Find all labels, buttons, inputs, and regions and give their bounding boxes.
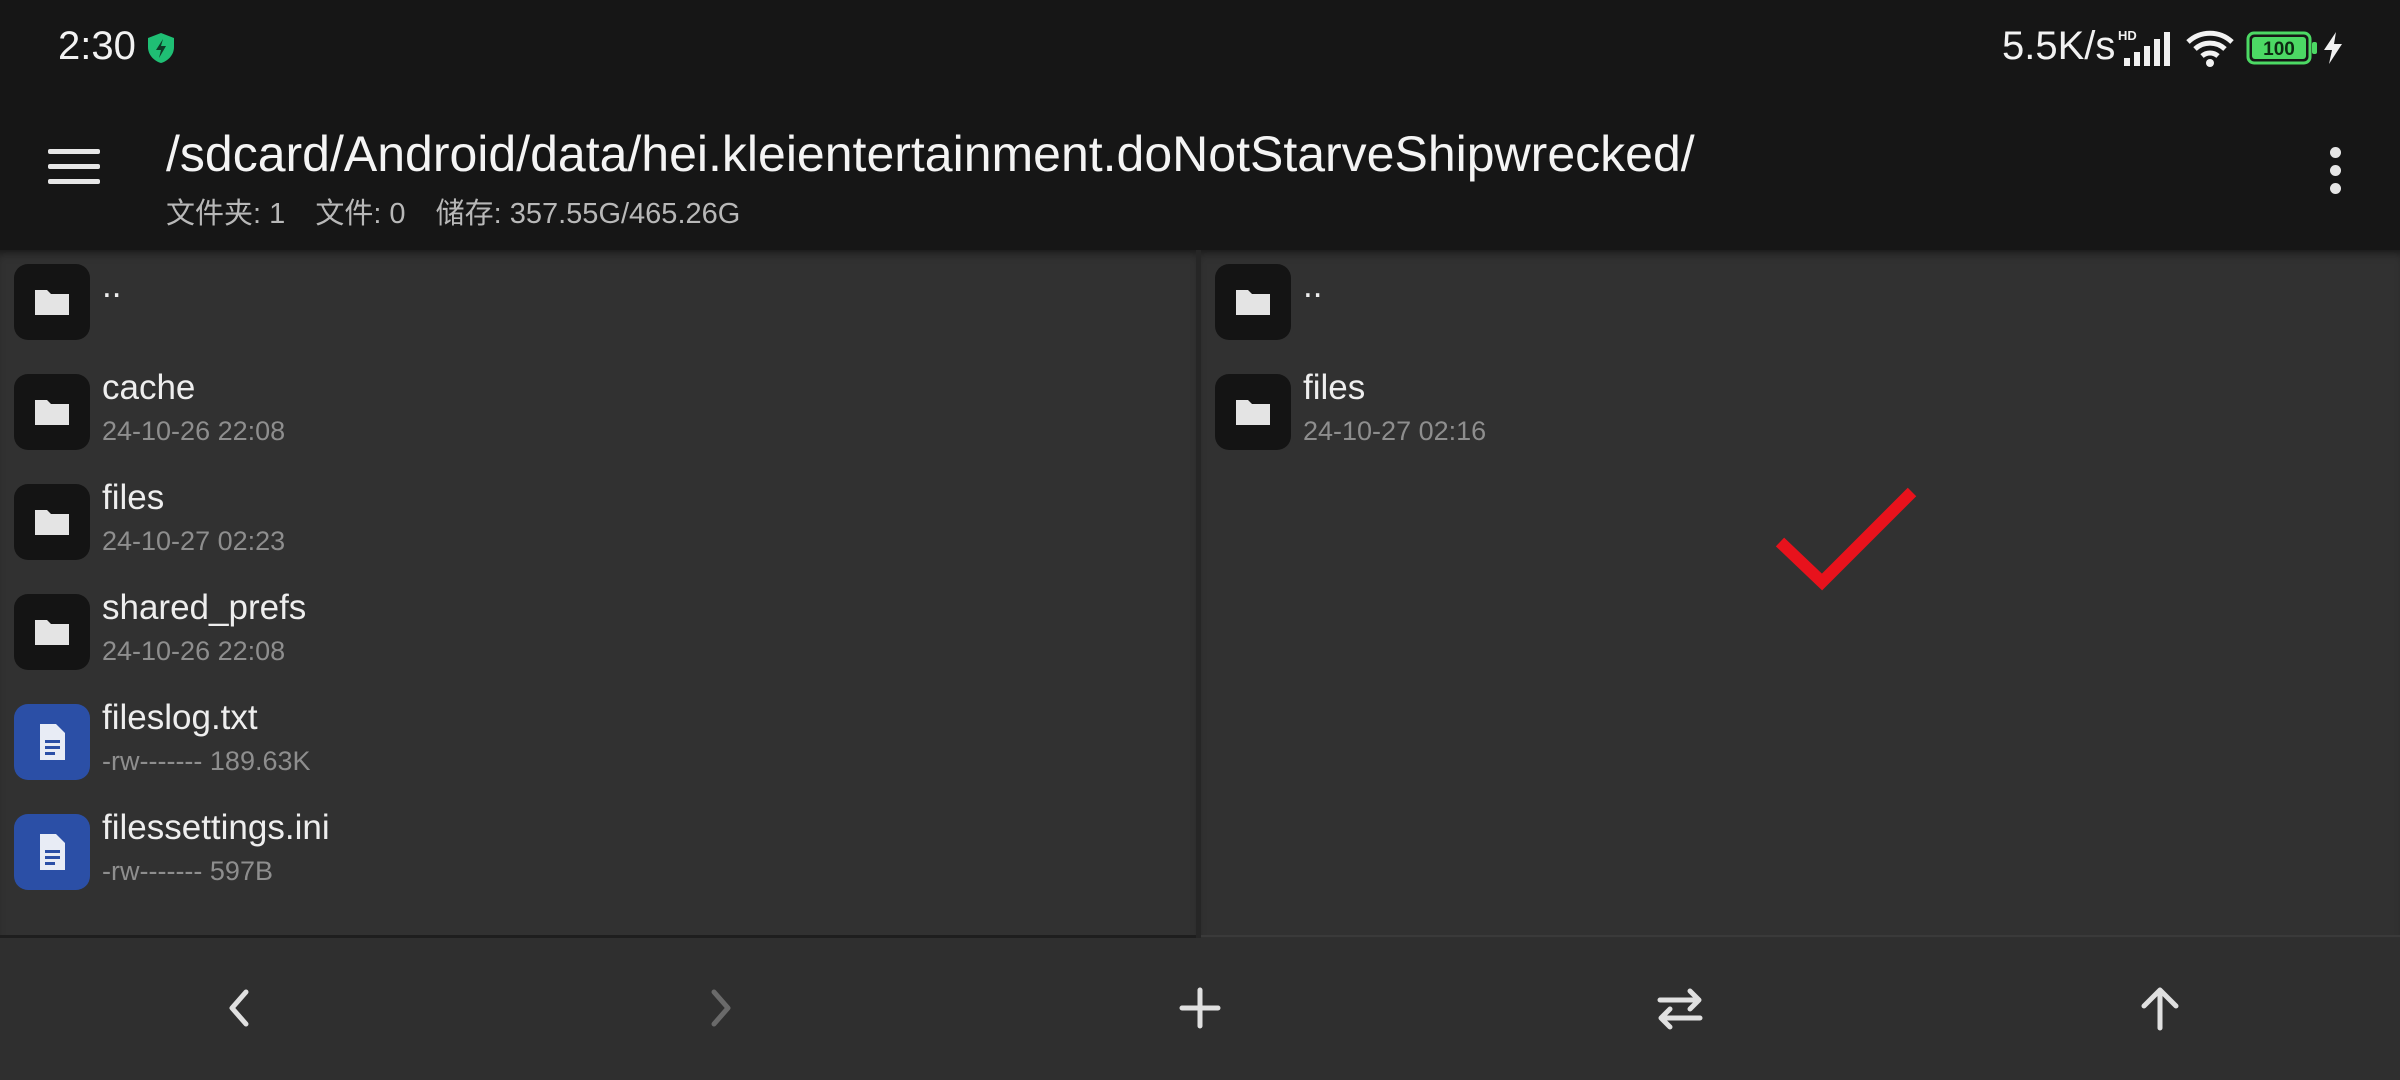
wifi-icon [2186,30,2234,67]
item-name: filessettings.ini [102,808,330,847]
toolbar: /sdcard/Android/data/hei.kleientertainme… [0,95,2400,250]
folder-icon [14,374,90,450]
item-name: .. [102,266,122,305]
list-item[interactable]: .. [0,250,1196,360]
storage-usage: 储存: 357.55G/465.26G [435,198,741,230]
add-icon[interactable] [1170,978,1230,1038]
network-badge: HD [2118,28,2137,43]
shield-icon [148,33,174,63]
item-name: fileslog.txt [102,698,258,737]
item-name: shared_prefs [102,588,307,627]
folder-icon [1215,264,1291,340]
folder-icon [14,484,90,560]
list-item[interactable]: filessettings.ini -rw------- 597B [0,800,1196,910]
status-bar: 2:30 5.5K/s HD 100 [0,0,2400,95]
folder-icon [1215,374,1291,450]
folder-stats: 文件夹: 1 文件: 0 储存: 357.55G/465.26G [166,190,762,232]
list-item[interactable]: .. [1201,250,2400,360]
status-time: 2:30 [58,24,136,68]
item-name: .. [1303,266,1323,305]
charging-icon [2324,32,2342,64]
battery-icon: 100 [2246,31,2317,65]
files-count: 文件: 0 [315,198,406,230]
list-item[interactable]: fileslog.txt -rw------- 189.63K [0,690,1196,800]
item-meta: -rw------- 597B [102,856,273,886]
left-file-pane[interactable]: .. cache 24-10-26 22:08 files 24-10-27 0… [0,250,1196,938]
document-icon [14,704,90,780]
list-item[interactable]: shared_prefs 24-10-26 22:08 [0,580,1196,690]
item-meta: 24-10-27 02:16 [1303,416,1487,446]
list-item[interactable]: files 24-10-27 02:16 [1201,360,2400,470]
item-meta: -rw------- 189.63K [102,746,311,776]
net-speed: 5.5K/s [2002,24,2116,68]
signal-icon: HD [2118,28,2170,66]
list-item[interactable]: files 24-10-27 02:23 [0,470,1196,580]
folder-icon [14,594,90,670]
menu-icon[interactable] [48,145,104,189]
battery-level: 100 [2263,39,2295,60]
folders-count: 文件夹: 1 [166,198,286,230]
document-icon [14,814,90,890]
item-name: files [1303,368,1366,407]
item-meta: 24-10-27 02:23 [102,526,286,556]
swap-icon[interactable] [1650,978,1710,1038]
current-path: /sdcard/Android/data/hei.kleientertainme… [166,126,1695,182]
item-name: cache [102,368,196,407]
checkmark-icon [1775,487,1917,591]
forward-icon[interactable] [690,978,750,1038]
up-icon[interactable] [2130,978,2190,1038]
item-meta: 24-10-26 22:08 [102,636,286,666]
bottom-action-bar [0,938,2400,1080]
item-name: files [102,478,165,517]
back-icon[interactable] [210,978,270,1038]
item-meta: 24-10-26 22:08 [102,416,286,446]
more-vert-icon[interactable] [2318,145,2354,195]
list-item[interactable]: cache 24-10-26 22:08 [0,360,1196,470]
folder-icon [14,264,90,340]
